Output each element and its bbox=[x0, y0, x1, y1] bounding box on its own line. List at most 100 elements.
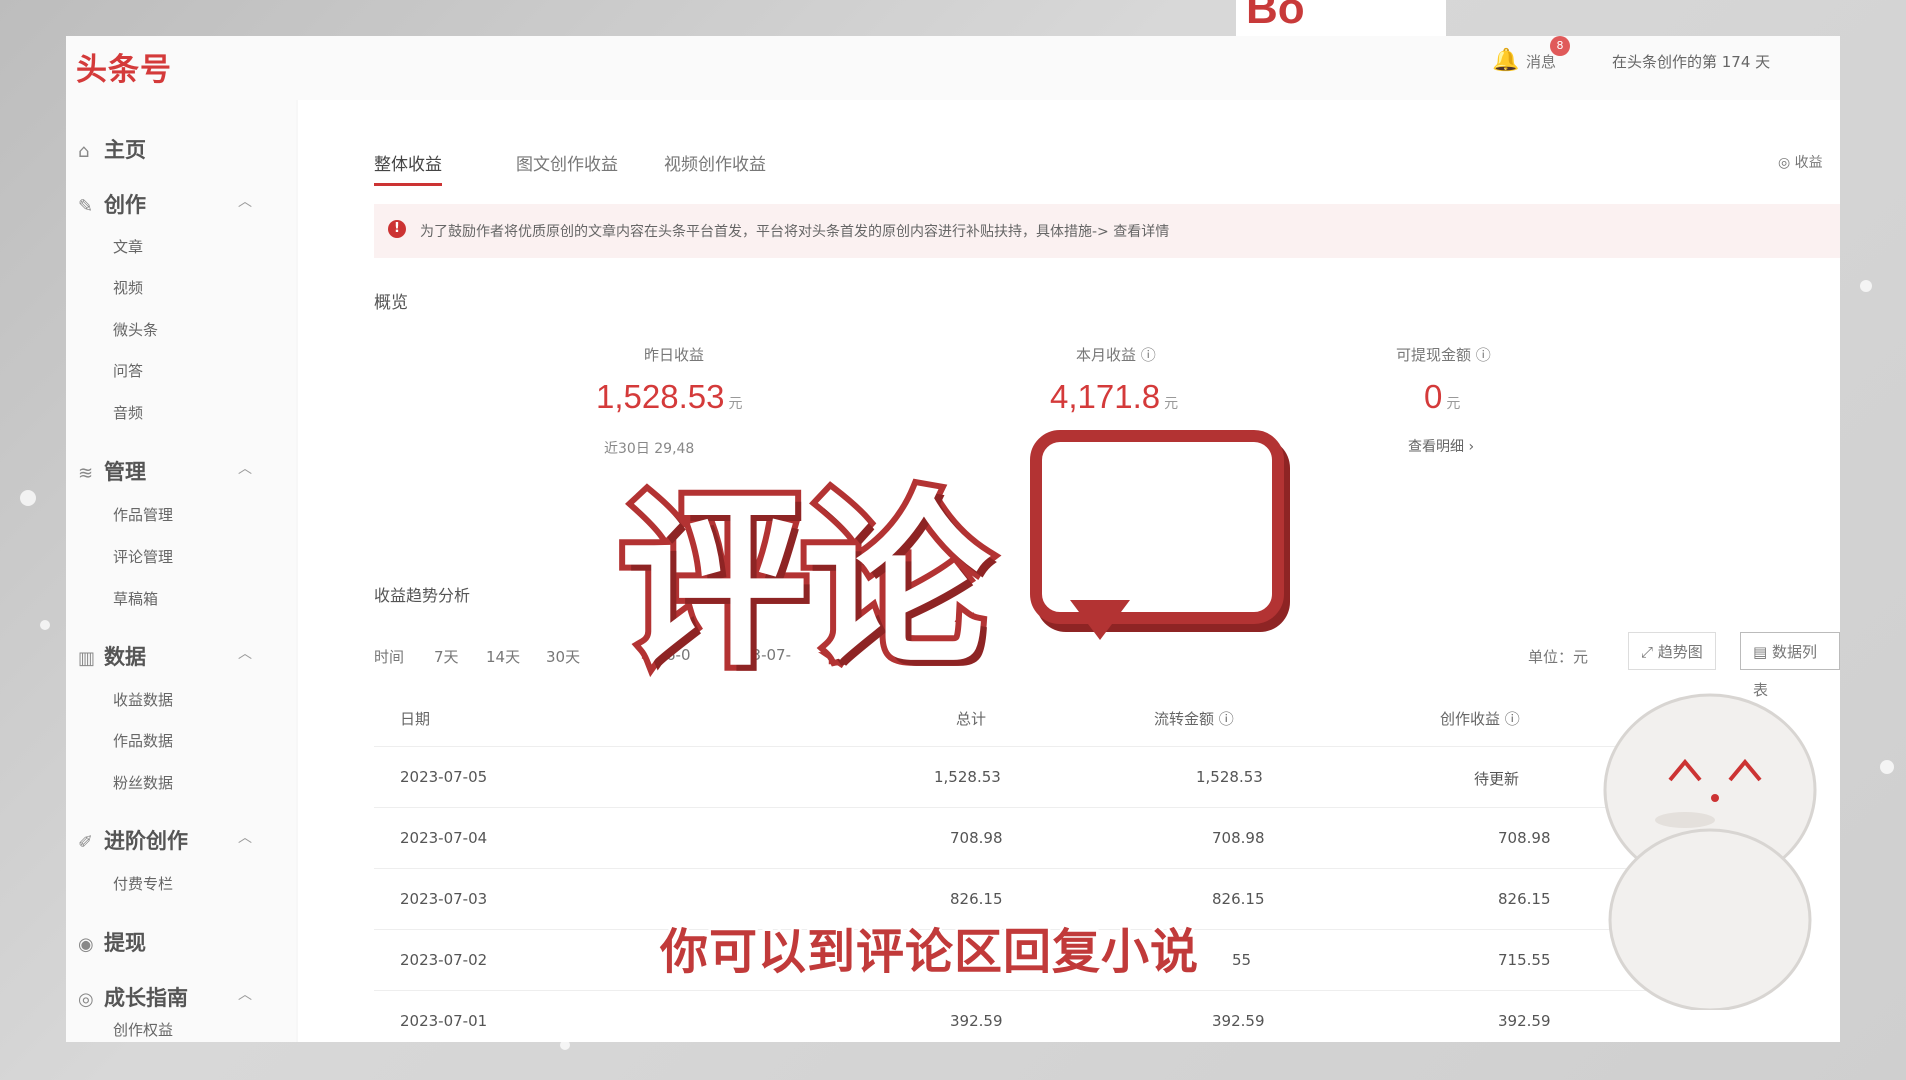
cell-total: 708.98 bbox=[950, 829, 1003, 847]
withdrawable-value: 0元 bbox=[1424, 378, 1460, 416]
column-header-creation: 创作收益 ⓘ bbox=[1440, 708, 1520, 729]
mascot-image bbox=[1603, 693, 1817, 1010]
app-logo[interactable]: 头条号 bbox=[76, 44, 172, 89]
cell-date: 2023-07-03 bbox=[400, 890, 488, 908]
top-banner-logo: Bo bbox=[1246, 0, 1305, 33]
edit-doc-icon: ✐ bbox=[78, 832, 94, 853]
cell-creation: 392.59 bbox=[1498, 1012, 1551, 1030]
notice-bar: ! 为了鼓励作者将优质原创的文章内容在头条平台首发，平台将对头条首发的原创内容进… bbox=[374, 204, 1840, 258]
tab-article-income[interactable]: 图文创作收益 bbox=[516, 150, 618, 175]
sidebar-data-label: 数据 bbox=[104, 645, 146, 669]
chevron-up-icon[interactable]: ︿ bbox=[238, 827, 252, 847]
yesterday-income-amount: 1,528.53 bbox=[596, 378, 725, 415]
cell-date: 2023-07-01 bbox=[400, 1012, 488, 1030]
sparkle bbox=[20, 490, 36, 506]
help-icon[interactable]: ⓘ bbox=[1505, 710, 1520, 728]
month-income-amount: 4,171.8 bbox=[1050, 378, 1161, 415]
chevron-up-icon[interactable]: ︿ bbox=[238, 984, 252, 1004]
data-list-button[interactable]: ▤ 数据列表 bbox=[1740, 632, 1840, 699]
table-row: 2023-07-05 1,528.53 1,528.53 待更新 bbox=[374, 746, 1674, 808]
sidebar-item-drafts[interactable]: 草稿箱 bbox=[113, 588, 158, 609]
sidebar-item-works-data[interactable]: 作品数据 bbox=[113, 730, 173, 751]
chevron-up-icon[interactable]: ︿ bbox=[238, 643, 252, 663]
help-icon[interactable]: ⓘ bbox=[1219, 710, 1234, 728]
tab-video-income[interactable]: 视频创作收益 bbox=[664, 150, 766, 175]
sidebar-item-income-data[interactable]: 收益数据 bbox=[113, 689, 173, 710]
sidebar-item-comments[interactable]: 评论管理 bbox=[113, 546, 173, 567]
chevron-up-icon[interactable]: ︿ bbox=[238, 191, 252, 211]
help-icon[interactable]: ⓘ bbox=[1476, 346, 1491, 364]
sidebar-section-growth[interactable]: ◎ 成长指南 bbox=[78, 982, 188, 1012]
sidebar-item-withdraw[interactable]: ◉ 提现 bbox=[78, 927, 146, 957]
speech-bubble-icon bbox=[1030, 430, 1284, 624]
cell-total: 826.15 bbox=[950, 890, 1003, 908]
speech-bubble-tail bbox=[1070, 600, 1130, 640]
month-income-value: 4,171.8 元 bbox=[1050, 378, 1178, 416]
sidebar-growth-label: 成长指南 bbox=[104, 986, 188, 1010]
coin-icon: ◉ bbox=[78, 934, 94, 955]
income-link-top-right[interactable]: ◎ 收益 bbox=[1778, 152, 1823, 172]
chevron-up-icon[interactable]: ︿ bbox=[238, 458, 252, 478]
tab-overall-income[interactable]: 整体收益 bbox=[374, 150, 442, 186]
yesterday-income-label: 昨日收益 bbox=[644, 346, 705, 364]
sidebar-item-paid-column[interactable]: 付费专栏 bbox=[113, 873, 173, 894]
sidebar-create-label: 创作 bbox=[104, 193, 146, 217]
column-header-total: 总计 bbox=[956, 710, 987, 728]
notice-text[interactable]: 为了鼓励作者将优质原创的文章内容在头条平台首发，平台将对头条首发的原创内容进行补… bbox=[420, 221, 1169, 241]
sidebar-advanced-label: 进阶创作 bbox=[104, 829, 188, 853]
cell-transfer: 1,528.53 bbox=[1196, 768, 1263, 786]
cell-total: 392.59 bbox=[950, 1012, 1003, 1030]
sidebar-item-home[interactable]: ⌂ 主页 bbox=[78, 134, 146, 164]
sidebar-manage-label: 管理 bbox=[104, 460, 146, 484]
sidebar-section-manage[interactable]: ≋ 管理 bbox=[78, 456, 146, 486]
month-income-label: 本月收益 ⓘ bbox=[1076, 344, 1156, 365]
month-income-label-text: 本月收益 bbox=[1076, 346, 1137, 364]
column-header-creation-label: 创作收益 bbox=[1440, 710, 1501, 728]
cell-transfer: 55 bbox=[1232, 951, 1252, 969]
creator-days: 在头条创作的第 174 天 bbox=[1612, 53, 1771, 71]
top-banner: Bo bbox=[1236, 0, 1446, 38]
sidebar-item-article[interactable]: 文章 bbox=[113, 236, 143, 257]
sidebar-item-audio[interactable]: 音频 bbox=[113, 402, 143, 423]
column-header-transfer: 流转金额 ⓘ bbox=[1154, 708, 1234, 729]
cell-date: 2023-07-05 bbox=[400, 768, 488, 786]
sidebar-section-data[interactable]: ▥ 数据 bbox=[78, 641, 146, 671]
video-subtitle: 你可以到评论区回复小说 bbox=[657, 922, 1200, 983]
range-7-days[interactable]: 7天 bbox=[434, 646, 459, 667]
bell-icon[interactable]: 🔔 bbox=[1492, 48, 1519, 73]
overview-title: 概览 bbox=[374, 293, 408, 313]
trend-chart-label: 趋势图 bbox=[1657, 643, 1703, 661]
top-bar: 头条号 🔔 8 消息 在头条创作的第 174 天 bbox=[66, 36, 1840, 100]
alert-icon: ! bbox=[388, 220, 406, 238]
sidebar-item-qa[interactable]: 问答 bbox=[113, 360, 143, 381]
cell-creation: 715.55 bbox=[1498, 951, 1551, 969]
sidebar-item-micro[interactable]: 微头条 bbox=[113, 319, 158, 340]
sidebar-section-create[interactable]: ✎ 创作 bbox=[78, 189, 146, 219]
sidebar-item-video[interactable]: 视频 bbox=[113, 277, 143, 298]
sparkle bbox=[1880, 760, 1894, 774]
range-14-days[interactable]: 14天 bbox=[486, 646, 520, 667]
view-detail-link[interactable]: 查看明细 › bbox=[1408, 436, 1474, 456]
growth-icon: ◎ bbox=[78, 989, 94, 1010]
trend-title: 收益趋势分析 bbox=[374, 586, 471, 605]
time-label: 时间 bbox=[374, 648, 405, 666]
withdrawable-label: 可提现金额 ⓘ bbox=[1396, 344, 1491, 365]
pen-icon: ✎ bbox=[78, 196, 94, 217]
range-30-days[interactable]: 30天 bbox=[546, 646, 580, 667]
sidebar-item-creator-rights[interactable]: 创作权益 bbox=[113, 1019, 173, 1040]
cell-transfer: 392.59 bbox=[1212, 1012, 1265, 1030]
overlay-comment-title: 评论 bbox=[614, 467, 996, 698]
sidebar-section-advanced[interactable]: ✐ 进阶创作 bbox=[78, 825, 188, 855]
yesterday-income-value: 1,528.53 元 bbox=[596, 378, 742, 416]
trend-chart-button[interactable]: ⤢ 趋势图 bbox=[1628, 632, 1716, 670]
withdrawable-label-text: 可提现金额 bbox=[1396, 346, 1472, 364]
month-income-unit: 元 bbox=[1164, 395, 1179, 411]
unit-label: 单位：元 bbox=[1528, 648, 1589, 666]
sidebar-item-fans-data[interactable]: 粉丝数据 bbox=[113, 772, 173, 793]
cell-date: 2023-07-02 bbox=[400, 951, 488, 969]
sidebar-item-works[interactable]: 作品管理 bbox=[113, 504, 173, 525]
messages-link[interactable]: 消息 bbox=[1526, 51, 1556, 72]
column-header-transfer-label: 流转金额 bbox=[1154, 710, 1215, 728]
yesterday-income-unit: 元 bbox=[728, 395, 743, 411]
help-icon[interactable]: ⓘ bbox=[1141, 346, 1156, 364]
